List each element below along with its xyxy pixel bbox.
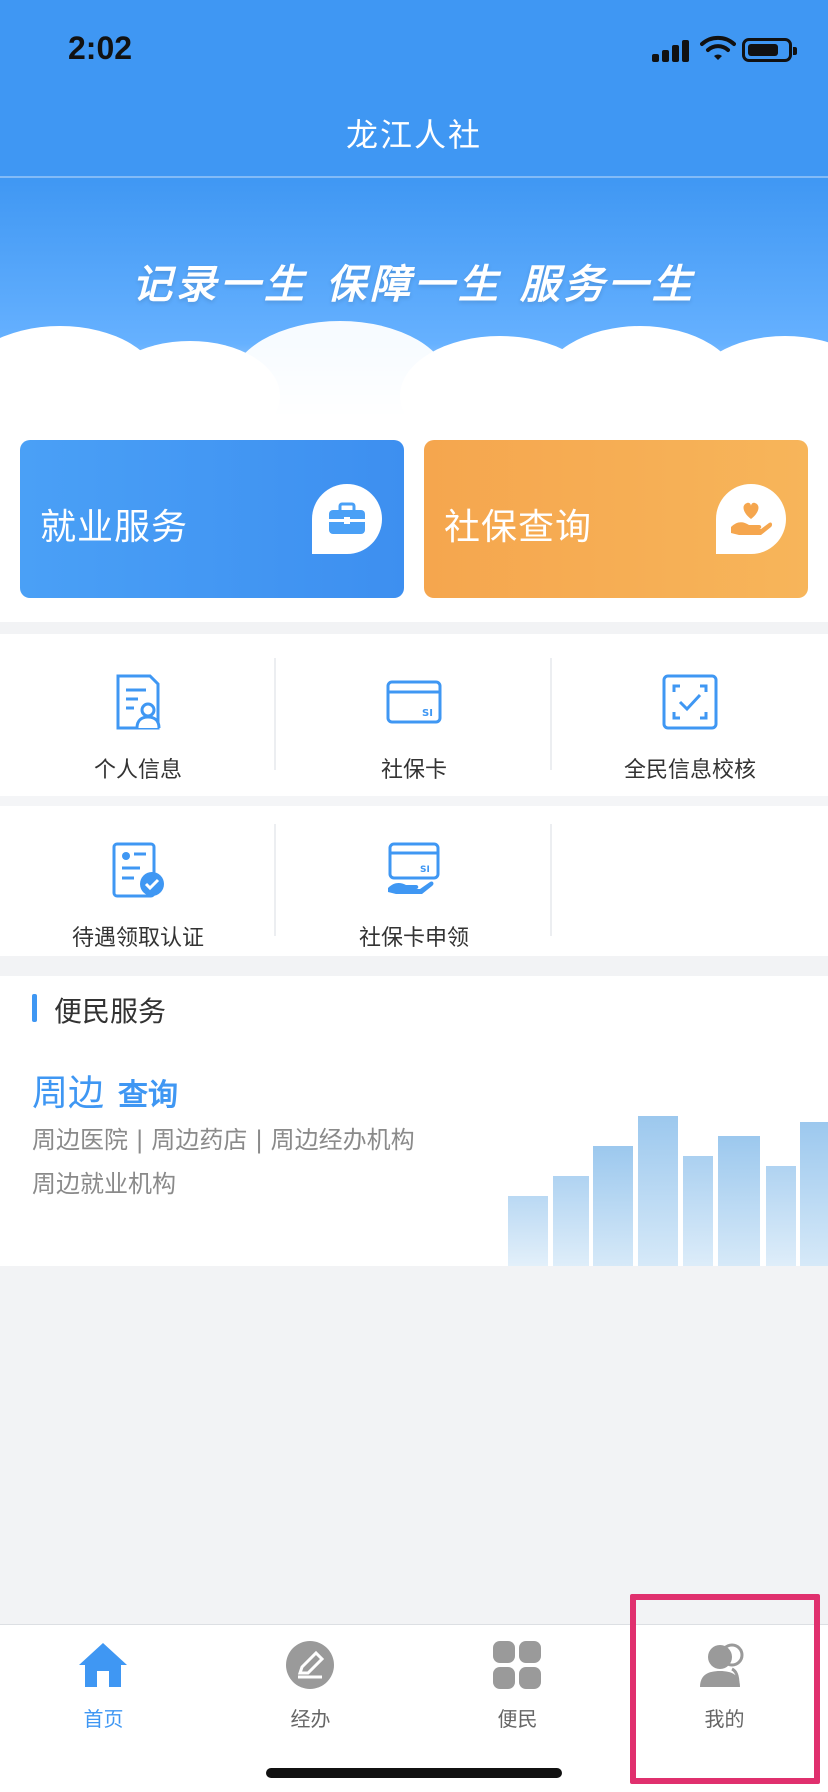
tab-handling[interactable]: 经办: [207, 1625, 414, 1765]
home-indicator[interactable]: [266, 1768, 562, 1778]
banner-divider: [0, 176, 828, 178]
grid-item-personal-info[interactable]: 个人信息: [0, 634, 276, 786]
service-cards: 就业服务 社保查询: [0, 416, 828, 622]
si-card-apply-icon: SI: [388, 842, 440, 894]
verify-scan-icon: [662, 674, 718, 730]
employment-service-label: 就业服务: [40, 507, 189, 548]
si-card-icon: SI: [386, 680, 442, 724]
tab-convenience[interactable]: 便民: [414, 1625, 621, 1765]
status-time: 2:02: [68, 30, 133, 66]
grid-item-label: 个人信息: [93, 758, 182, 783]
banner-slogan: 记录一生 保障一生 服务一生: [132, 262, 696, 308]
employment-service-card[interactable]: 就业服务: [20, 440, 404, 598]
grid-item-verify[interactable]: 全民信息校核: [552, 634, 828, 786]
convenience-section: 便民服务 周边 查询 周边医院 | 周边药店 | 周边经办机构 周边就业机构: [0, 976, 828, 1266]
grid-apps-icon: [493, 1641, 541, 1689]
home-icon: [79, 1643, 127, 1687]
highlight-annotation-box: [630, 1594, 820, 1784]
status-bar: 2:02: [0, 0, 828, 100]
tab-label: 经办: [290, 1707, 331, 1731]
wifi-icon: [700, 35, 736, 60]
function-grid: 个人信息 SI 社保卡 全民信息校核 待遇领取认证 SI 社保卡申领: [0, 634, 828, 956]
grid-item-certification[interactable]: 待遇领取认证: [0, 802, 276, 954]
social-security-query-card[interactable]: 社保查询: [424, 440, 808, 598]
grid-item-label: 社保卡: [380, 758, 447, 783]
app-screen: 2:02 龙江人社 记录一生 保障一生 服务一生 就业服务 社保查询 个人信息 …: [0, 0, 828, 1792]
city-skyline-illustration: [508, 1116, 828, 1266]
nearby-employment-line[interactable]: 周边就业机构: [32, 1164, 176, 1199]
social-security-query-label: 社保查询: [444, 507, 593, 548]
briefcase-icon: [312, 484, 382, 554]
nearby-heading-sub: 查询: [118, 1078, 179, 1113]
svg-text:SI: SI: [422, 708, 433, 719]
convenience-title: 便民服务: [54, 995, 167, 1028]
nearby-heading-main: 周边: [32, 1073, 105, 1114]
nearby-links-line[interactable]: 周边医院 | 周边药店 | 周边经办机构: [32, 1120, 415, 1155]
tab-home[interactable]: 首页: [0, 1625, 207, 1765]
tab-label: 便民: [497, 1707, 538, 1731]
battery-icon: [742, 38, 797, 62]
edit-icon: [286, 1641, 334, 1689]
grid-item-label: 待遇领取认证: [71, 926, 204, 951]
top-header: 2:02 龙江人社: [0, 0, 828, 176]
heart-hand-icon: [716, 484, 786, 554]
section-accent-bar: [32, 994, 37, 1022]
grid-item-si-card[interactable]: SI 社保卡: [276, 634, 552, 786]
certification-icon: [112, 842, 164, 898]
grid-item-label: 全民信息校核: [623, 758, 756, 783]
grid-item-si-card-apply[interactable]: SI 社保卡申领: [276, 802, 552, 954]
grid-item-label: 社保卡申领: [358, 926, 469, 951]
banner[interactable]: 记录一生 保障一生 服务一生: [0, 176, 828, 416]
app-title: 龙江人社: [345, 116, 482, 154]
tab-label: 首页: [83, 1707, 124, 1731]
cellular-signal-icon: [652, 38, 692, 62]
svg-text:SI: SI: [420, 865, 430, 875]
nearby-query-heading[interactable]: 周边 查询: [32, 1064, 178, 1116]
personal-info-icon: [116, 674, 161, 730]
